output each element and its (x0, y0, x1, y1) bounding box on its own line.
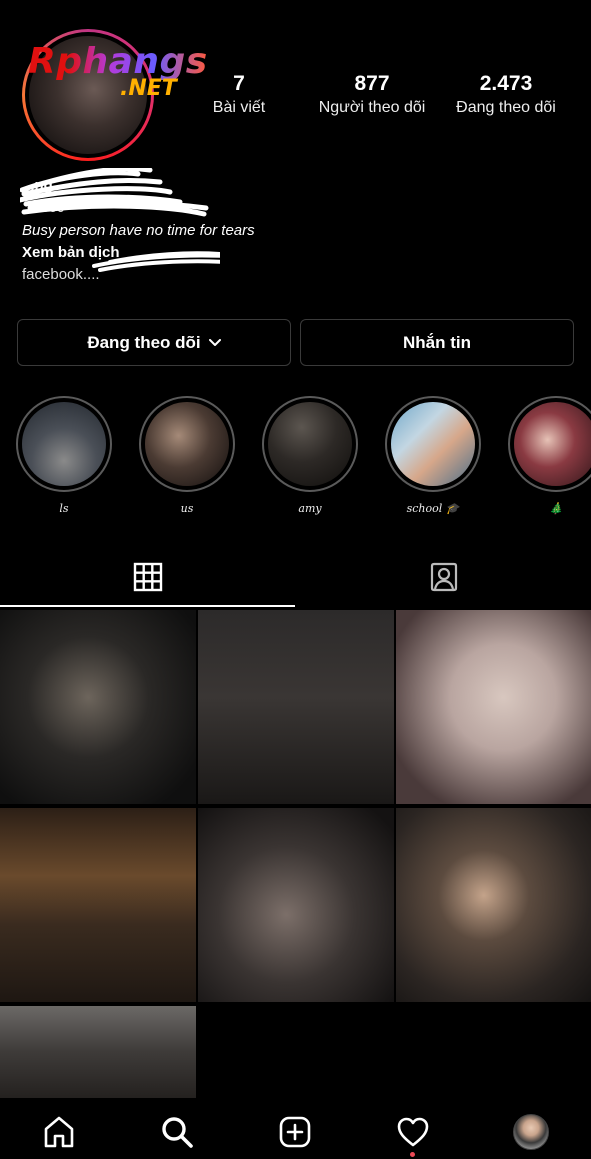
stat-following-label: Đang theo dõi (456, 99, 556, 116)
post-thumbnail[interactable] (396, 610, 591, 804)
home-icon (44, 1116, 74, 1148)
highlight-item[interactable]: ls (16, 396, 112, 516)
highlight-label: ls (59, 502, 69, 515)
heart-icon (397, 1117, 429, 1147)
highlight-label: us (180, 502, 194, 515)
profile-icon (513, 1114, 549, 1150)
highlight-thumbnail (268, 402, 352, 486)
search-icon (162, 1117, 193, 1148)
watermark-brand: Rphangs (28, 41, 208, 82)
message-button[interactable]: Nhắn tin (300, 319, 574, 366)
nav-activity[interactable] (395, 1114, 431, 1150)
stat-followers-value: 877 (354, 72, 390, 95)
watermark-suffix: .NET (120, 76, 177, 101)
chevron-down-icon (208, 338, 221, 346)
highlight-thumbnail (514, 402, 591, 486)
following-button-label: Đang theo dõi (87, 332, 201, 352)
following-button[interactable]: Đang theo dõi (17, 319, 291, 366)
stat-following-value: 2.473 (479, 72, 533, 95)
post-thumbnail[interactable] (198, 610, 394, 804)
post-thumbnail[interactable] (396, 808, 591, 1002)
notification-dot (410, 1152, 415, 1157)
highlight-thumbnail (391, 402, 475, 486)
post-thumbnail[interactable] (0, 610, 196, 804)
profile-tabs (0, 548, 591, 608)
watermark-logo: Rphangs .NET (28, 41, 208, 100)
highlight-thumbnail (22, 402, 106, 486)
active-tab-indicator (0, 605, 295, 607)
highlight-item[interactable]: school 🎓 (385, 396, 481, 516)
highlight-item[interactable]: amy (262, 396, 358, 516)
tagged-icon (430, 562, 457, 592)
stat-posts-value: 7 (233, 72, 245, 95)
stat-followers-label: Người theo dõi (318, 99, 426, 116)
highlight-label: amy (298, 502, 322, 515)
profile-bio: ...ng ...5999 Busy person have no time f… (20, 168, 322, 286)
highlight-label: school 🎓 (406, 502, 460, 515)
post-thumbnail[interactable] (0, 1006, 196, 1098)
stat-posts[interactable]: 7 Bài viết (205, 73, 273, 121)
stat-following[interactable]: 2.473 Đang theo dõi (447, 73, 565, 121)
stat-posts-label: Bài viết (212, 99, 266, 116)
grid-icon (133, 562, 162, 592)
nav-search[interactable] (159, 1114, 195, 1150)
post-thumbnail[interactable] (0, 808, 196, 1002)
highlight-item[interactable]: 🎄 (508, 396, 591, 516)
tab-tagged[interactable] (296, 548, 591, 606)
post-thumbnail[interactable] (198, 808, 394, 1002)
redaction-scribble (20, 168, 220, 272)
nav-create[interactable] (277, 1114, 313, 1150)
add-post-icon (279, 1116, 311, 1148)
stat-followers[interactable]: 877 Người theo dõi (312, 73, 432, 121)
highlight-item[interactable]: us (139, 396, 235, 516)
highlight-label: 🎄 (549, 502, 563, 515)
highlight-thumbnail (145, 402, 229, 486)
tab-posts-grid[interactable] (0, 548, 295, 606)
message-button-label: Nhắn tin (403, 332, 471, 352)
bottom-navigation (0, 1100, 591, 1159)
nav-profile[interactable] (513, 1114, 549, 1150)
nav-home[interactable] (41, 1114, 77, 1150)
story-highlights: ls us amy school 🎓 🎄 (0, 396, 591, 526)
